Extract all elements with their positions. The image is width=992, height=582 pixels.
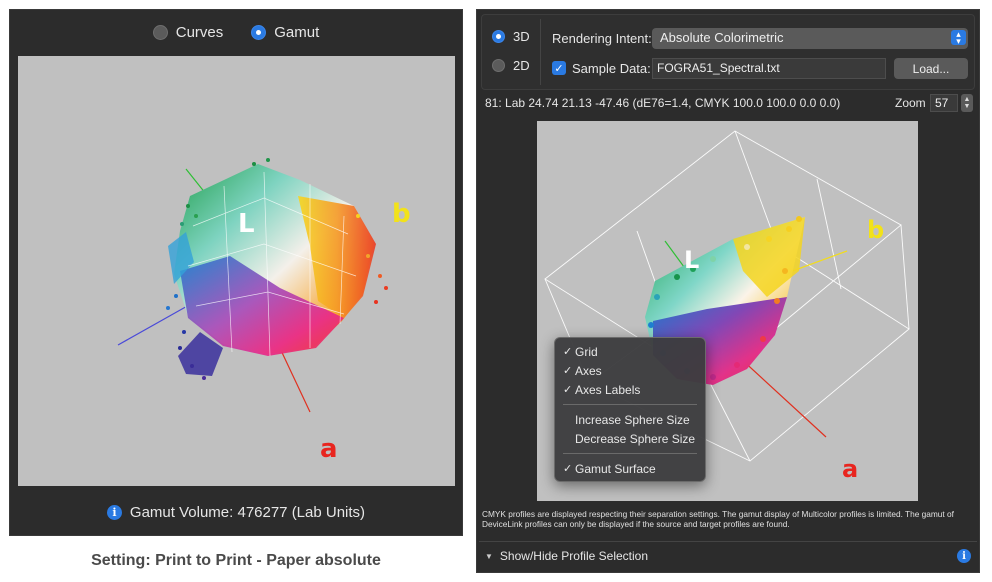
help-icon[interactable]: i xyxy=(957,549,971,563)
menu-separator xyxy=(563,453,697,454)
gamut-radio-option[interactable]: Gamut xyxy=(251,24,319,41)
menu-item-label: Grid xyxy=(575,344,598,359)
rendering-intent-value: Absolute Colorimetric xyxy=(660,30,784,45)
curves-radio-option[interactable]: Curves xyxy=(152,24,224,41)
l-axis-label-right: L xyxy=(684,246,699,274)
menu-item-label: Axes xyxy=(575,363,602,378)
l-axis-label: L xyxy=(238,209,255,239)
curves-label: Curves xyxy=(175,24,224,41)
lab-readout: 81: Lab 24.74 21.13 -47.46 (dE76=1.4, CM… xyxy=(485,96,841,110)
zoom-field[interactable]: 57 xyxy=(930,94,958,112)
dimension-selector: 3D 2D xyxy=(492,29,530,73)
left-gamut-window: Curves Gamut L a b i Gamut Volume: 47627… xyxy=(9,9,463,536)
menu-item-gamut-surface[interactable]: ✓ Gamut Surface xyxy=(555,459,705,478)
show-hide-profile-toggle[interactable]: ▼ Show/Hide Profile Selection xyxy=(485,549,648,563)
b-axis-label-right: b xyxy=(867,216,884,244)
load-button[interactable]: Load... xyxy=(894,58,968,79)
gamut-label: Gamut xyxy=(274,24,320,41)
menu-item-label: Increase Sphere Size xyxy=(575,412,690,427)
gamut-volume-text: Gamut Volume: 476277 (Lab Units) xyxy=(129,504,366,521)
show-hide-label: Show/Hide Profile Selection xyxy=(499,549,648,563)
menu-item-axes-labels[interactable]: ✓ Axes Labels xyxy=(555,380,705,399)
menu-item-grid[interactable]: ✓ Grid xyxy=(555,342,705,361)
menu-item-label: Decrease Sphere Size xyxy=(575,431,696,446)
a-axis xyxy=(277,343,311,413)
check-icon: ✓ xyxy=(563,346,573,358)
controls-box: 3D 2D Rendering Intent: Absolute Colorim… xyxy=(481,14,975,90)
gamut-radio[interactable] xyxy=(251,25,267,40)
rendering-intent-label: Rendering Intent: xyxy=(552,31,652,46)
vertical-divider xyxy=(540,19,541,85)
screenshot-root: Curves Gamut L a b i Gamut Volume: 47627… xyxy=(0,0,992,582)
a-axis-label-right: a xyxy=(842,455,858,483)
sample-data-checkbox[interactable]: ✓ xyxy=(552,61,566,75)
3d-radio[interactable] xyxy=(492,30,505,43)
gamut-volume-footer: i Gamut Volume: 476277 (Lab Units) xyxy=(10,504,462,521)
menu-item-label: Gamut Surface xyxy=(575,461,656,476)
menu-item-axes[interactable]: ✓ Axes xyxy=(555,361,705,380)
menu-separator xyxy=(563,404,697,405)
profile-note: CMYK profiles are displayed respecting t… xyxy=(482,509,954,529)
2d-radio-option[interactable]: 2D xyxy=(492,58,530,73)
view-context-menu: ✓ Grid ✓ Axes ✓ Axes Labels Increase Sph… xyxy=(554,337,706,482)
3d-radio-option[interactable]: 3D xyxy=(492,29,530,44)
sample-data-file-field[interactable]: FOGRA51_Spectral.txt xyxy=(652,58,886,79)
zoom-stepper[interactable]: ▲ ▼ xyxy=(961,94,973,112)
zoom-label: Zoom xyxy=(895,96,926,110)
figure-caption: Setting: Print to Print - Paper absolute xyxy=(91,552,381,569)
check-icon: ✓ xyxy=(563,384,573,396)
menu-item-decrease-sphere[interactable]: Decrease Sphere Size xyxy=(555,429,705,448)
menu-item-increase-sphere[interactable]: Increase Sphere Size xyxy=(555,410,705,429)
right-gamut-window: 3D 2D Rendering Intent: Absolute Colorim… xyxy=(476,9,980,573)
view-mode-selector: Curves Gamut xyxy=(10,24,462,41)
info-icon[interactable]: i xyxy=(106,505,122,520)
disclosure-triangle-icon[interactable]: ▼ xyxy=(485,552,493,561)
curves-radio[interactable] xyxy=(152,25,168,40)
rendering-intent-select[interactable]: Absolute Colorimetric ▴ ▾ xyxy=(652,28,968,49)
2d-label: 2D xyxy=(513,58,530,73)
gamut-plot-left: L a b xyxy=(117,158,411,464)
3d-label: 3D xyxy=(513,29,530,44)
b-axis-label: b xyxy=(392,199,411,229)
select-chevron-icon: ▴ ▾ xyxy=(951,29,966,45)
menu-item-label: Axes Labels xyxy=(575,382,641,397)
a-axis-label: a xyxy=(320,434,338,464)
horizontal-divider xyxy=(479,541,977,542)
sample-data-label: Sample Data: xyxy=(572,61,651,76)
gamut-3d-view-left[interactable]: L a b xyxy=(18,56,455,486)
2d-radio[interactable] xyxy=(492,59,505,72)
check-icon: ✓ xyxy=(563,365,573,377)
check-icon: ✓ xyxy=(563,463,573,475)
